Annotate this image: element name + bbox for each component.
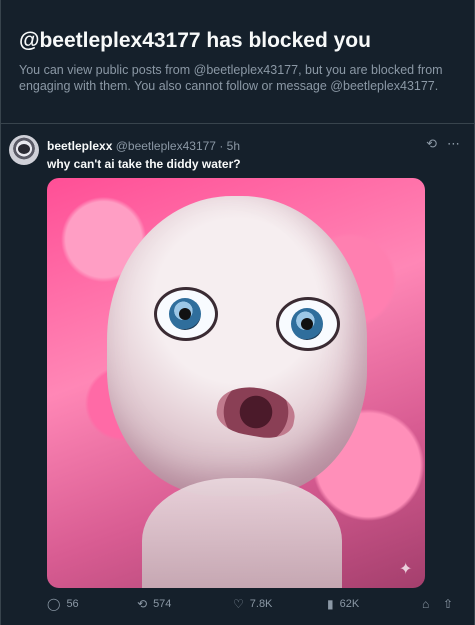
- grok-icon[interactable]: ⟲: [426, 136, 437, 152]
- sparkle-icon: ✦: [399, 561, 413, 578]
- display-name[interactable]: beetleplexx: [47, 139, 112, 153]
- tweet-actions: ◯ 56 ⟲ 574 ♡ 7.8K ▮ 62K ⌂ ⇧: [47, 598, 461, 616]
- tweet-detail-panel: @beetleplex43177 has blocked you You can…: [0, 0, 475, 625]
- user-handle[interactable]: @beetleplex43177: [116, 139, 216, 153]
- character-head: [107, 196, 367, 496]
- character-neck: [142, 478, 342, 588]
- blocked-notice: @beetleplex43177 has blocked you You can…: [19, 28, 459, 94]
- repost-button[interactable]: ⟲ 574: [137, 598, 171, 610]
- reply-icon: ◯: [47, 597, 61, 611]
- views-button[interactable]: ▮ 62K: [327, 598, 359, 610]
- meta-separator: ·: [219, 139, 224, 153]
- bookmark-icon: ⌂: [422, 597, 430, 611]
- view-count: 62K: [339, 598, 360, 610]
- bookmark-button[interactable]: ⌂: [422, 598, 429, 610]
- tweet-author-meta: beetleplexx @beetleplex43177 · 5h: [47, 139, 240, 153]
- reply-count: 56: [66, 598, 79, 610]
- repost-count: 574: [153, 598, 172, 610]
- like-count: 7.8K: [249, 598, 273, 610]
- blocked-description: You can view public posts from @beetlepl…: [19, 63, 443, 93]
- tweet-media[interactable]: ✦: [47, 178, 425, 588]
- avatar[interactable]: [9, 135, 39, 165]
- heart-icon: ♡: [233, 597, 244, 611]
- share-icon: ⇧: [443, 597, 454, 611]
- repost-icon: ⟲: [137, 597, 148, 611]
- divider: [1, 123, 475, 124]
- blocked-title: @beetleplex43177 has blocked you: [19, 29, 371, 52]
- share-button[interactable]: ⇧: [443, 598, 453, 610]
- like-button[interactable]: ♡ 7.8K: [233, 598, 272, 610]
- tweet-text: why can't ai take the diddy water?: [47, 157, 241, 171]
- more-icon[interactable]: ⋯: [447, 136, 460, 152]
- character-eye-left: [157, 290, 215, 338]
- reply-button[interactable]: ◯ 56: [47, 598, 79, 610]
- character-eye-right: [279, 300, 337, 348]
- views-icon: ▮: [327, 597, 334, 611]
- tweet-time[interactable]: 5h: [227, 139, 240, 153]
- tweet-top-actions: ⟲ ⋯: [426, 136, 460, 152]
